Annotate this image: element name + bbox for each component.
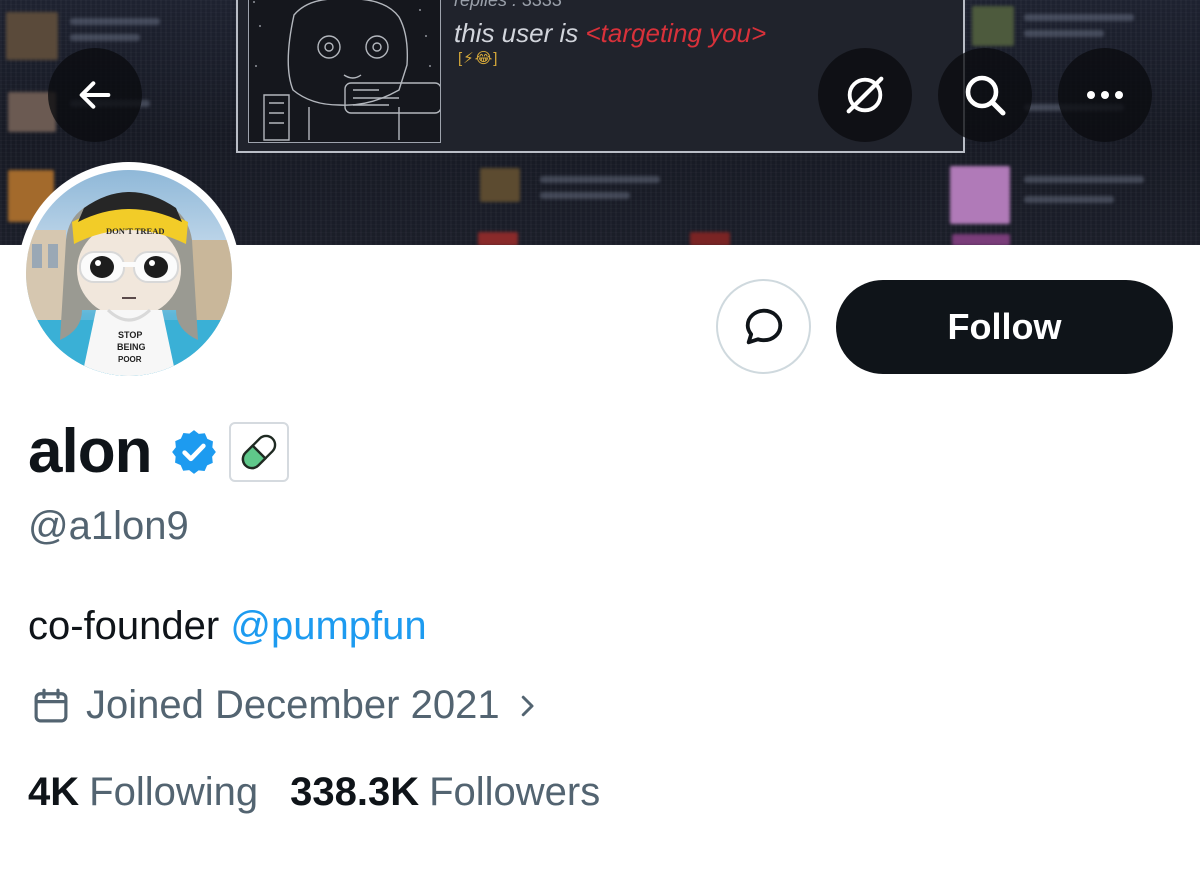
svg-text:DON'T TREAD: DON'T TREAD [106,226,165,236]
follow-button[interactable]: Follow [836,280,1173,374]
calendar-icon [34,688,68,722]
name-row: alon [28,416,290,488]
grok-icon [846,76,884,114]
more-horizontal-icon [1087,91,1123,99]
banner-meta-text: replies : 3333 [454,0,563,10]
following-label: Following [89,770,259,814]
avatar-image: DON'T TREAD STOP BEING POOR [26,170,232,376]
ascii-art-image [248,0,441,143]
avatar-illustration: DON'T TREAD STOP BEING POOR [26,192,232,376]
banner-thumb [952,234,1010,245]
search-icon [965,75,1006,116]
following-count: 4K [28,770,80,814]
banner-thumb [478,232,518,245]
banner-caption: this user is <targeting you> [454,18,767,48]
profile-avatar[interactable]: DON'T TREAD STOP BEING POOR [18,162,240,384]
banner-thumb [972,6,1014,46]
joined-date-text: Joined December 2021 [86,683,500,727]
grok-button[interactable] [818,48,912,142]
more-button[interactable] [1058,48,1152,142]
banner-thumb [6,12,58,60]
followers-stat[interactable]: 338.3K Followers [290,770,600,815]
following-stat[interactable]: 4K Following [28,770,258,815]
banner-thumb [950,166,1010,224]
username-handle: @a1lon9 [28,504,189,548]
joined-date-row[interactable]: Joined December 2021 [30,683,542,728]
banner-thumb [480,168,520,202]
followers-label: Followers [429,770,601,814]
svg-text:STOP: STOP [118,330,142,340]
arrow-left-icon [79,81,111,109]
bio-mention-link[interactable]: @pumpfun [230,604,426,648]
svg-text:BEING: BEING [117,342,146,352]
banner-emoji-row: [⚡😂] [458,50,499,67]
back-button[interactable] [48,48,142,142]
pill-icon [242,434,277,470]
banner-caption-highlight: <targeting you> [585,18,767,48]
chevron-right-icon [521,695,534,716]
message-bubble-icon [745,308,782,344]
verified-badge-icon[interactable] [169,427,219,477]
message-button[interactable] [716,279,811,374]
affiliate-badge[interactable] [229,422,290,482]
bio: co-founder @pumpfun [28,604,427,648]
svg-text:POOR: POOR [118,355,142,364]
followers-count: 338.3K [290,770,420,814]
display-name: alon [28,417,152,486]
banner-thumb [690,232,730,245]
search-button[interactable] [938,48,1032,142]
follow-stats: 4K Following 338.3K Followers [28,770,600,815]
